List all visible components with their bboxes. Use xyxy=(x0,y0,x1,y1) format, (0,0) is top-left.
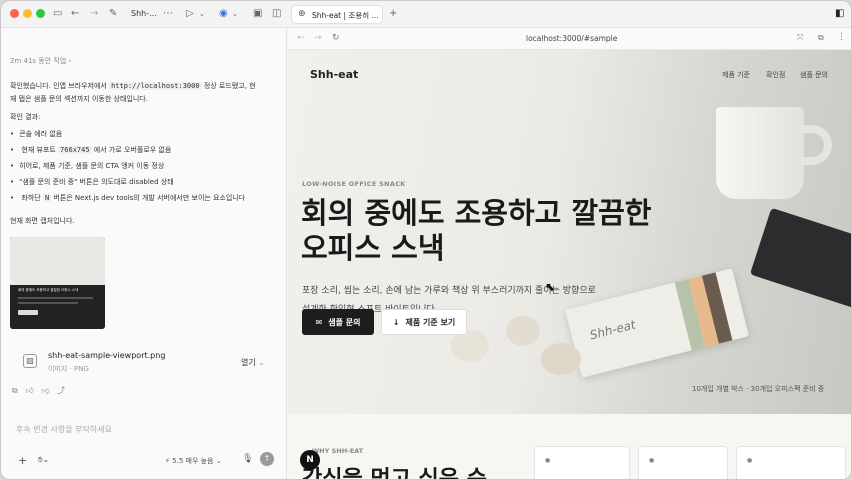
minimize-window-button[interactable] xyxy=(23,9,32,18)
chevron-down-icon[interactable]: ⌄ xyxy=(232,8,238,20)
browser-tab[interactable]: ⊕ Shh-eat | 조용히 ... xyxy=(291,5,383,24)
copy-icon[interactable]: ⧉ xyxy=(12,386,18,395)
nextjs-devtools-button[interactable]: N xyxy=(300,450,320,470)
chevron-down-icon: ⌄ xyxy=(258,358,265,367)
tab-title: Shh-eat | 조용히 ... xyxy=(312,11,378,20)
compose-icon[interactable]: ✎ xyxy=(109,8,117,20)
result-item: 히어로, 제품 기준, 샘플 문의 CTA 앵커 이동 정상 xyxy=(10,161,164,171)
add-attachment-icon[interactable]: + xyxy=(18,454,27,467)
sample-inquiry-button[interactable]: ✉ 샘플 문의 xyxy=(302,309,374,335)
result-item: 현재 뷰포트 766x745 에서 가로 오버플로우 없음 xyxy=(10,145,171,155)
package-logo: Shh-eat xyxy=(588,317,637,343)
file-type: 이미지 · PNG xyxy=(48,365,89,373)
result-item: "샘플 문의 준비 중" 버튼은 의도대로 disabled 상태 xyxy=(10,177,174,187)
image-file-icon: ▨ xyxy=(23,354,37,368)
thumbnail-heading: 회의 중에도 조용하고 깔끔한 오피스 스낵 xyxy=(18,288,79,292)
hero-heading-line1: 회의 중에도 조용하고 깔끔한 xyxy=(301,196,652,230)
chevron-down-icon[interactable]: ⌄ xyxy=(199,8,205,20)
nav-sample-inquiry[interactable]: 샘플 문의 xyxy=(800,70,828,80)
address-bar: ← → ↻ localhost:3000/#sample ⤧ ⧉ ⋮ xyxy=(288,28,851,50)
send-button[interactable]: ↑ xyxy=(260,452,274,466)
message-actions: ⧉ 👍︎ 👎︎ ⤴ xyxy=(12,385,65,396)
new-tab-icon[interactable]: + xyxy=(389,8,397,20)
thumbs-down-icon[interactable]: 👎︎ xyxy=(41,386,49,395)
app-logo-icon[interactable]: ◉ xyxy=(219,8,228,20)
arrow-down-icon: ↓ xyxy=(392,317,400,327)
message-line: 확인했습니다. 인앱 브라우저에서 http://localhost:3000 … xyxy=(10,82,256,90)
cookie-image xyxy=(506,316,540,346)
work-duration[interactable]: 2m 41s 동안 작업 › xyxy=(10,56,71,66)
feature-card: ● xyxy=(638,446,728,479)
screenshot-thumbnail[interactable]: 회의 중에도 조용하고 깔끔한 오피스 스낵 xyxy=(10,237,105,329)
file-name: shh-eat-sample-viewport.png xyxy=(48,351,166,360)
nav-checkpoints[interactable]: 확인점 xyxy=(766,70,785,80)
chat-input-box[interactable]: 후속 변경 사항을 부탁하세요 xyxy=(10,416,278,444)
chat-panel: 2m 41s 동안 작업 › 확인했습니다. 인앱 브라우저에서 http://… xyxy=(1,28,287,479)
capture-note: 현재 화면 캡처입니다. xyxy=(10,217,75,225)
hand-icon[interactable]: ✋︎⌄ xyxy=(38,455,49,465)
zoom-window-button[interactable] xyxy=(36,9,45,18)
input-toolbar: + ✋︎⌄ ⚡︎ 5.5 매우 높음 ⌄ 🎙︎ ↑ xyxy=(10,451,278,473)
file-attachment[interactable]: ▨ shh-eat-sample-viewport.png 이미지 · PNG … xyxy=(10,348,278,376)
view-standards-button[interactable]: ↓ 제품 기준 보기 xyxy=(381,309,467,335)
forward-arrow-icon[interactable]: → xyxy=(90,8,98,20)
result-item: 좌하단 N 버튼은 Next.js dev tools의 개발 서버에서만 보이… xyxy=(10,193,245,203)
more-icon[interactable]: ⋯ xyxy=(163,8,173,20)
panel-toggle-icon[interactable]: ◧ xyxy=(835,8,844,20)
nav-product-standard[interactable]: 제품 기준 xyxy=(722,70,750,80)
result-title: 확인 결과: xyxy=(10,113,41,121)
title-bar: ▭ ← → ✎ Shh-... ⋯ ▷ ⌄ ◉ ⌄ ▣ ◫ ⊕ Shh-eat … xyxy=(1,1,851,28)
microphone-icon[interactable]: 🎙︎ xyxy=(242,454,253,464)
bolt-icon: ⚡︎ xyxy=(165,457,170,465)
url-field[interactable]: localhost:3000/#sample xyxy=(526,34,617,43)
cookie-image xyxy=(541,343,581,375)
site-logo[interactable]: Shh-eat xyxy=(310,68,358,81)
share-icon[interactable]: ⤴ xyxy=(57,386,65,395)
mug-image xyxy=(716,107,804,199)
mug-handle xyxy=(800,125,832,165)
back-arrow-icon[interactable]: ← xyxy=(71,8,79,20)
result-item: 콘솔 에러 없음 xyxy=(10,129,62,139)
thumbs-up-icon[interactable]: 👍︎ xyxy=(25,386,33,395)
hero-section: Shh-eat Shh-eat 제품 기준 확인점 샘플 문의 LOW-NOIS… xyxy=(288,50,851,414)
terminal-icon[interactable]: ▣ xyxy=(253,8,262,20)
run-icon[interactable]: ▷ xyxy=(186,8,194,20)
close-window-button[interactable] xyxy=(10,9,19,18)
section-eyebrow: WHY SHH-EAT xyxy=(312,447,364,455)
hero-heading-line2: 오피스 스낵 xyxy=(301,231,445,265)
mail-icon: ✉ xyxy=(315,317,323,327)
feature-card: ● xyxy=(736,446,846,479)
copy-icon[interactable]: ⧉ xyxy=(818,33,824,43)
back-arrow-icon[interactable]: ← xyxy=(297,33,305,43)
more-icon[interactable]: ⋮ xyxy=(837,32,846,42)
notebook-image xyxy=(749,207,851,309)
message-line: 재 탭은 샘플 문의 섹션까지 이동한 상태입니다. xyxy=(10,95,148,103)
feature-card: ● xyxy=(534,446,630,479)
chat-title[interactable]: Shh-... xyxy=(131,9,157,18)
globe-icon: ⊕ xyxy=(298,9,306,19)
hero-eyebrow: LOW-NOISE OFFICE SNACK xyxy=(302,180,406,188)
crop-icon[interactable]: ⤧ xyxy=(797,33,803,43)
app-window: ▭ ← → ✎ Shh-... ⋯ ▷ ⌄ ◉ ⌄ ▣ ◫ ⊕ Shh-eat … xyxy=(0,0,852,480)
sidebar-toggle-icon[interactable]: ▭ xyxy=(53,8,62,20)
reload-icon[interactable]: ↻ xyxy=(332,33,340,43)
model-selector[interactable]: ⚡︎ 5.5 매우 높음 ⌄ xyxy=(165,456,222,466)
open-button[interactable]: 열기 ⌄ xyxy=(241,357,265,368)
browser-pane: ← → ↻ localhost:3000/#sample ⤧ ⧉ ⋮ Shh-e… xyxy=(288,28,851,480)
hero-caption: 10개입 개별 박스 · 30개입 오피스팩 준비 중 xyxy=(692,385,825,393)
chat-input[interactable]: 후속 변경 사항을 부탁하세요 xyxy=(16,424,112,435)
chevron-right-icon: › xyxy=(68,57,72,65)
forward-arrow-icon[interactable]: → xyxy=(314,33,322,43)
split-view-icon[interactable]: ◫ xyxy=(272,8,281,20)
mouse-cursor-icon: ⬉ xyxy=(545,280,556,294)
section-heading: 간식을 먹고 싶은 순 xyxy=(302,467,487,480)
